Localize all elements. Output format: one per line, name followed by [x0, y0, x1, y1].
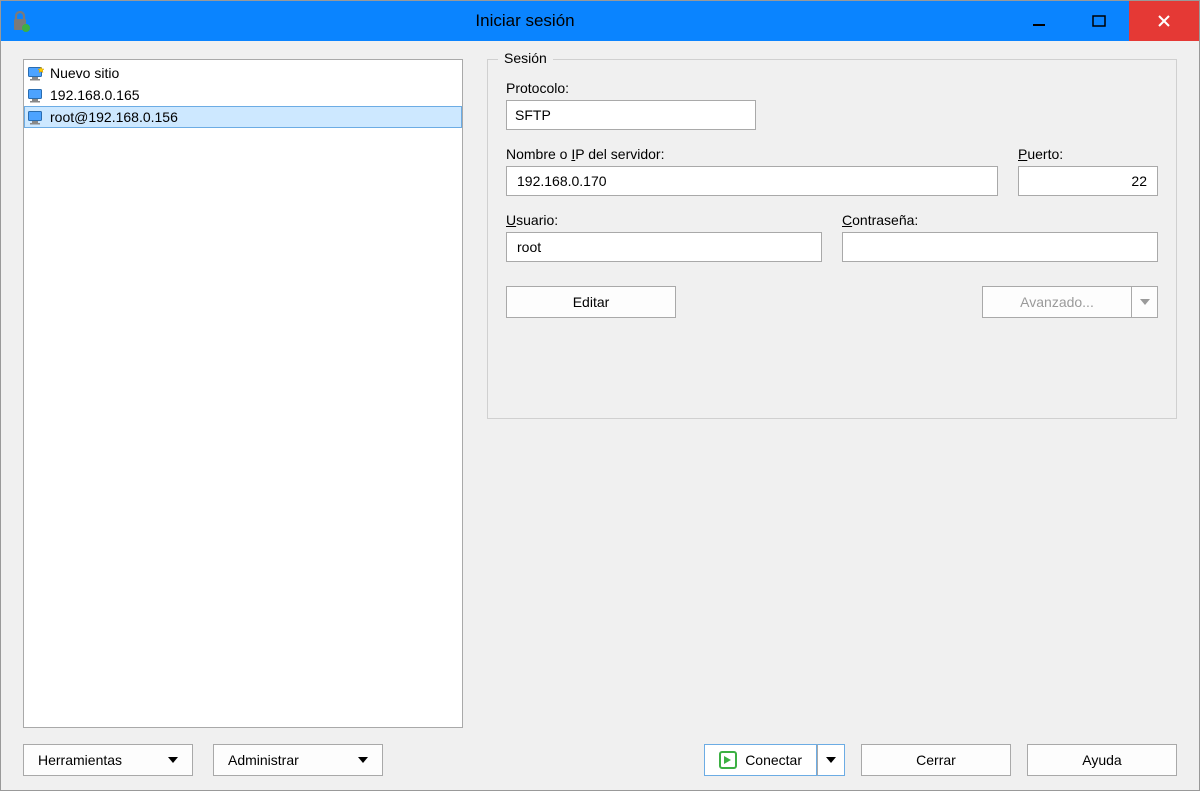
close-window-button[interactable] — [1129, 1, 1199, 41]
chevron-down-icon — [168, 757, 178, 763]
site-list[interactable]: Nuevo sitio 192.168.0.165 root@192.168.0.1… — [23, 59, 463, 728]
monitor-icon — [28, 66, 44, 80]
password-input[interactable] — [842, 232, 1158, 262]
connect-button-label: Conectar — [745, 752, 802, 768]
port-input-field[interactable] — [1027, 167, 1149, 195]
connect-split-button: Conectar — [704, 744, 845, 776]
password-label: Contraseña: — [842, 212, 1158, 228]
session-legend: Sesión — [498, 50, 553, 66]
window-controls — [1009, 1, 1199, 41]
minimize-button[interactable] — [1009, 1, 1069, 41]
manage-button[interactable]: Administrar — [213, 744, 383, 776]
footer-right: Conectar Cerrar Ayuda — [704, 744, 1177, 776]
footer-row: Herramientas Administrar Conectar — [23, 744, 1177, 776]
advanced-split-button: Avanzado... — [982, 286, 1158, 318]
host-input-field[interactable] — [515, 167, 989, 195]
advanced-dropdown-caret[interactable] — [1132, 286, 1158, 318]
chevron-down-icon — [1140, 299, 1150, 305]
password-input-field[interactable] — [851, 233, 1149, 261]
chevron-down-icon — [826, 757, 836, 763]
help-button[interactable]: Ayuda — [1027, 744, 1177, 776]
titlebar: Iniciar sesión — [1, 1, 1199, 41]
tools-button[interactable]: Herramientas — [23, 744, 193, 776]
user-input[interactable] — [506, 232, 822, 262]
login-window: Iniciar sesión Nuevo sitio 192.168.0.165 r… — [0, 0, 1200, 791]
site-item-label: 192.168.0.165 — [50, 87, 140, 103]
advanced-button[interactable]: Avanzado... — [982, 286, 1132, 318]
monitor-icon — [28, 110, 44, 124]
site-list-item[interactable]: Nuevo sitio — [24, 62, 462, 84]
manage-button-label: Administrar — [228, 752, 299, 768]
edit-button[interactable]: Editar — [506, 286, 676, 318]
close-button[interactable]: Cerrar — [861, 744, 1011, 776]
maximize-button[interactable] — [1069, 1, 1129, 41]
host-input[interactable] — [506, 166, 998, 196]
protocol-label: Protocolo: — [506, 80, 1158, 96]
port-input[interactable] — [1018, 166, 1158, 196]
site-item-label: root@192.168.0.156 — [50, 109, 178, 125]
monitor-icon — [28, 88, 44, 102]
app-lock-icon — [1, 1, 41, 41]
connect-button[interactable]: Conectar — [704, 744, 817, 776]
tools-button-label: Herramientas — [38, 752, 122, 768]
site-list-item[interactable]: root@192.168.0.156 — [24, 106, 462, 128]
host-label: Nombre o IP del servidor: — [506, 146, 998, 162]
chevron-down-icon — [358, 757, 368, 763]
protocol-value: SFTP — [506, 100, 756, 130]
window-title: Iniciar sesión — [41, 11, 1009, 31]
session-group: Sesión Protocolo: SFTP Nombre o IP del s… — [487, 59, 1177, 419]
login-icon — [719, 751, 737, 769]
port-label: Puerto: — [1018, 146, 1158, 162]
user-label: Usuario: — [506, 212, 822, 228]
main-row: Nuevo sitio 192.168.0.165 root@192.168.0.1… — [23, 59, 1177, 728]
user-input-field[interactable] — [515, 233, 813, 261]
site-list-item[interactable]: 192.168.0.165 — [24, 84, 462, 106]
connect-dropdown-caret[interactable] — [817, 744, 845, 776]
site-item-label: Nuevo sitio — [50, 65, 119, 81]
footer-left: Herramientas Administrar — [23, 744, 383, 776]
dialog-content: Nuevo sitio 192.168.0.165 root@192.168.0.1… — [1, 41, 1199, 790]
